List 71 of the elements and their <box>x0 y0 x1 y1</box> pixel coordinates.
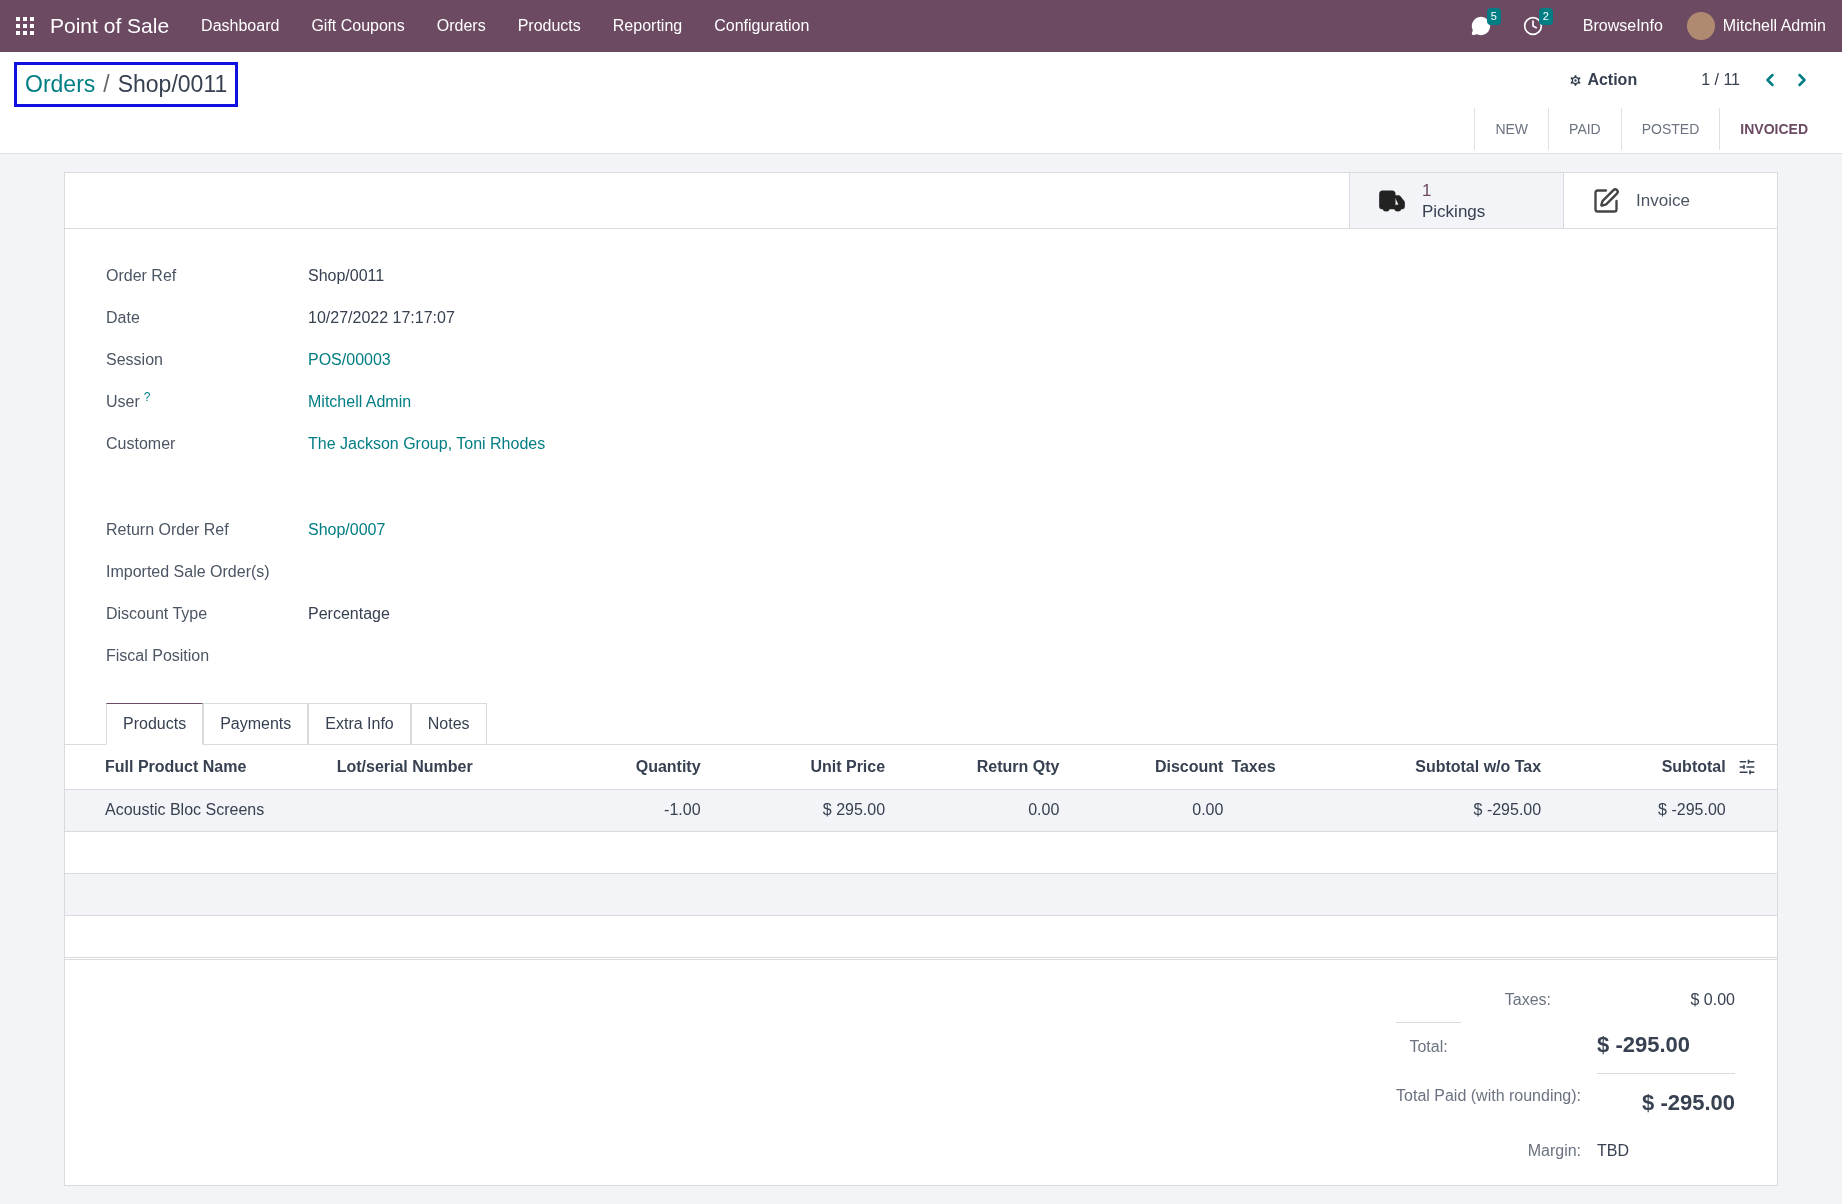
field-value: Shop/0011 <box>308 266 385 286</box>
activity-count-badge: 2 <box>1538 8 1553 25</box>
total-paid-amount: $ -295.00 <box>1597 1072 1735 1119</box>
column-header[interactable]: Quantity <box>582 745 701 789</box>
field-label: Imported Sale Order(s) <box>106 562 271 582</box>
field-label: Fiscal Position <box>106 646 211 666</box>
pickings-button[interactable]: 1 Pickings <box>1349 173 1563 228</box>
form-tab[interactable]: Extra Info <box>308 703 411 745</box>
pencil-square-icon <box>1592 186 1620 215</box>
menu-item[interactable]: Products <box>517 14 581 38</box>
column-header[interactable]: Taxes <box>1223 745 1285 789</box>
chat-icon[interactable] <box>1470 16 1491 36</box>
column-header[interactable]: Full Product Name <box>65 745 337 789</box>
totals-value: TBD <box>1597 1140 1631 1161</box>
breadcrumb-link[interactable]: Orders <box>25 67 96 102</box>
field-label: Session <box>106 350 164 370</box>
column-settings-icon[interactable] <box>1737 757 1756 776</box>
form-tab[interactable]: Products <box>106 703 204 745</box>
app-name[interactable]: Point of Sale <box>50 10 170 42</box>
field-value: 10/27/2022 17:17:07 <box>308 308 455 328</box>
pager-value[interactable]: 1 / 11 <box>1701 68 1740 92</box>
status-step[interactable]: NEW <box>1475 108 1550 150</box>
field-link[interactable]: The Jackson Group, Toni Rhodes <box>308 432 546 456</box>
table-cell: $ 295.00 <box>822 801 886 818</box>
apps-grid-icon[interactable] <box>16 17 34 35</box>
field-link[interactable]: Shop/0007 <box>308 518 386 542</box>
form-tab[interactable]: Notes <box>410 703 487 745</box>
clock-icon[interactable] <box>1522 16 1543 36</box>
totals-label: Taxes: <box>1503 989 1553 1010</box>
totals-label: Margin: <box>1526 1140 1582 1161</box>
table-cell: -1.00 <box>664 801 701 818</box>
status-step[interactable]: PAID <box>1549 108 1622 150</box>
menu-item[interactable]: Reporting <box>612 14 683 38</box>
table-cell: $ -295.00 <box>1658 801 1726 818</box>
message-count-badge: 5 <box>1486 8 1501 25</box>
column-header[interactable]: Subtotal <box>1541 745 1726 789</box>
table-cell: 0.00 <box>1192 801 1224 818</box>
field-link[interactable]: POS/00003 <box>308 348 391 372</box>
table-cell: 0.00 <box>1028 801 1060 818</box>
breadcrumb-current: Shop/0011 <box>117 70 228 99</box>
gear-icon <box>1568 72 1584 88</box>
column-header[interactable]: Return Qty <box>885 745 1060 789</box>
totals-label: Total Paid (with rounding): <box>1396 1085 1582 1106</box>
field-label: Order Ref <box>106 266 178 286</box>
column-header[interactable]: Unit Price <box>700 745 886 789</box>
user-name[interactable]: Mitchell Admin <box>1722 14 1826 38</box>
menu-item[interactable]: Configuration <box>714 14 810 38</box>
total-amount: $ -295.00 <box>1597 1030 1691 1059</box>
menu-item[interactable]: Orders <box>436 14 486 38</box>
breadcrumb-separator: / <box>103 70 110 99</box>
table-cell: Acoustic Bloc Screens <box>105 801 265 818</box>
form-tab[interactable]: Payments <box>203 703 309 745</box>
action-button[interactable]: Action <box>1568 68 1638 92</box>
field-label: Customer <box>106 434 177 454</box>
field-label: User $^{?}$ <box>106 390 152 412</box>
status-step[interactable]: POSTED <box>1621 108 1721 150</box>
status-step[interactable]: INVOICED <box>1720 108 1828 150</box>
totals-value: $ 0.00 <box>1689 989 1735 1010</box>
field-label: Return Order Ref <box>106 520 230 540</box>
field-value: Percentage <box>308 604 390 624</box>
company-name[interactable]: BrowseInfo <box>1582 14 1663 38</box>
field-label: Date <box>106 308 141 328</box>
column-header[interactable]: Subtotal w/o Tax <box>1284 745 1542 789</box>
menu-item[interactable]: Gift Coupons <box>311 14 405 38</box>
totals-label: Total: <box>1396 1021 1462 1059</box>
field-link[interactable]: Mitchell Admin <box>308 390 412 414</box>
table-cell: $ -295.00 <box>1473 801 1542 818</box>
column-header[interactable]: Lot/serial Number <box>336 745 583 789</box>
menu-item[interactable]: Dashboard <box>201 14 280 38</box>
field-label: Discount Type <box>106 604 209 624</box>
column-header[interactable]: Discount <box>1059 745 1224 789</box>
